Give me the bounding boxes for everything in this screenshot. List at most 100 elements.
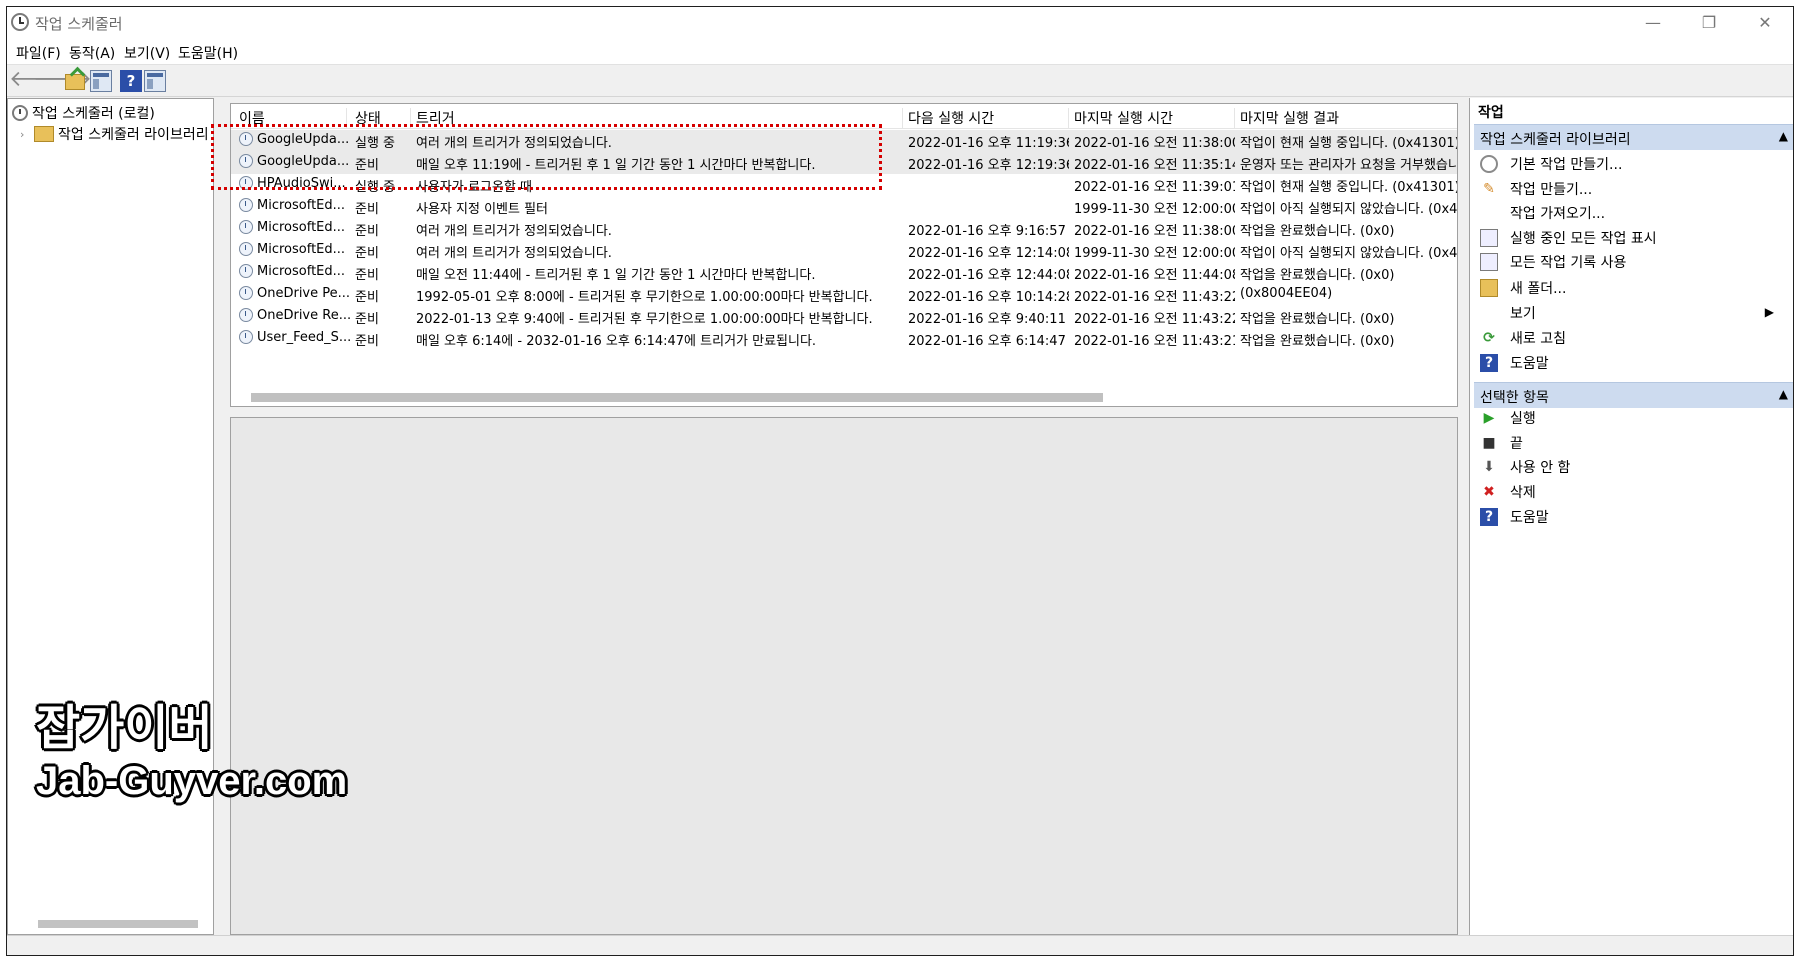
action-refresh[interactable]: ⟳ 새로 고침 (1480, 328, 1566, 352)
task-last-run-cell: 2022-01-16 오전 11:43:22 (1074, 312, 1235, 327)
refresh-icon: ⟳ (1483, 330, 1495, 346)
forward-arrow-icon[interactable]: 🡒 (33, 69, 92, 92)
action-end[interactable]: ■ 끝 (1480, 433, 1523, 457)
table-row[interactable]: MicrosoftEd... 준비 여러 개의 트리거가 정의되었습니다. 20… (231, 240, 1457, 262)
task-result-cell: 작업을 완료했습니다. (0x0) (1240, 268, 1395, 283)
close-button[interactable]: ✕ (1737, 7, 1793, 39)
table-row[interactable]: OneDrive Re... 준비 2022-01-13 오후 9:40에 - … (231, 306, 1457, 328)
running-tasks-icon (1480, 229, 1498, 247)
menu-help[interactable]: 도움말(H) (178, 43, 238, 63)
expand-chevron-icon[interactable]: › (20, 128, 34, 141)
task-last-run-cell: 2022-01-16 오전 11:38:00 (1074, 136, 1235, 151)
task-name-cell: MicrosoftEd... (235, 220, 350, 240)
tree-item-library[interactable]: › 작업 스케줄러 라이브러리 (20, 124, 209, 144)
task-result-cell: 운영자 또는 관리자가 요청을 거부했습니다. (1240, 158, 1458, 173)
show-hide-console-tree-icon[interactable] (90, 70, 112, 92)
section-header-selected[interactable]: 선택한 항목 ▲ (1474, 382, 1793, 408)
task-result-cell: 작업을 완료했습니다. (0x0) (1240, 224, 1395, 239)
minimize-button[interactable]: — (1625, 7, 1681, 39)
task-state-cell: 준비 (355, 224, 379, 239)
help-icon: ? (1480, 508, 1498, 526)
action-help-selected[interactable]: ? 도움말 (1480, 507, 1549, 531)
back-arrow-icon[interactable]: 🡐 (9, 69, 68, 92)
task-clock-icon (239, 308, 253, 322)
action-create-basic-task[interactable]: 기본 작업 만들기... (1480, 154, 1622, 178)
action-import-task[interactable]: 작업 가져오기... (1480, 203, 1605, 227)
task-clock-icon (239, 264, 253, 278)
task-trigger-cell: 매일 오후 11:19에 - 트리거된 후 1 일 기간 동안 1 시간마다 반… (416, 158, 816, 173)
task-last-run-cell: 1999-11-30 오전 12:00:00 (1074, 202, 1235, 217)
up-folder-icon[interactable] (65, 74, 85, 90)
task-detail-pane (230, 417, 1458, 935)
disable-down-arrow-icon: ⬇ (1483, 459, 1495, 475)
table-row[interactable]: HPAudioSwi... 실행 중 사용자가 로그온할 때 2022-01-1… (231, 174, 1457, 196)
action-display-running-tasks[interactable]: 실행 중인 모든 작업 표시 (1480, 228, 1657, 252)
task-name-cell: OneDrive Pe... (235, 286, 350, 306)
maximize-button[interactable]: ❐ (1681, 7, 1737, 39)
column-header-last-result[interactable]: 마지막 실행 결과 (1236, 108, 1457, 128)
submenu-arrow-icon: ▶ (1764, 305, 1774, 319)
help-icon[interactable]: ? (120, 70, 142, 92)
task-list-header: 이름 상태 트리거 다음 실행 시간 마지막 실행 시간 마지막 실행 결과 (231, 104, 1457, 129)
table-row[interactable]: User_Feed_S... 준비 매일 오후 6:14에 - 2032-01-… (231, 328, 1457, 350)
action-view[interactable]: 보기 ▶ (1480, 303, 1780, 327)
task-scheduler-clock-icon (11, 13, 29, 31)
section-header-library[interactable]: 작업 스케줄러 라이브러리 ▲ (1474, 124, 1793, 150)
menu-view[interactable]: 보기(V) (124, 43, 170, 63)
column-header-state[interactable]: 상태 (351, 108, 411, 128)
task-name-cell: MicrosoftEd... (235, 198, 350, 218)
toolbar: 🡐 🡒 ? (7, 66, 1793, 97)
table-row[interactable]: MicrosoftEd... 준비 매일 오전 11:44에 - 트리거된 후 … (231, 262, 1457, 284)
task-name-cell: GoogleUpda... (235, 132, 350, 152)
task-last-run-cell: 2022-01-16 오전 11:35:14 (1074, 158, 1235, 173)
title-bar[interactable]: 작업 스케줄러 — ❐ ✕ (7, 7, 1793, 39)
section-header-label: 선택한 항목 (1480, 390, 1549, 406)
table-row[interactable]: GoogleUpda... 실행 중 여러 개의 트리거가 정의되었습니다. 2… (231, 130, 1457, 152)
task-scheduler-window: 작업 스케줄러 — ❐ ✕ 파일(F) 동작(A) 보기(V) 도움말(H) 🡐… (6, 6, 1794, 956)
center-pane: 이름 상태 트리거 다음 실행 시간 마지막 실행 시간 마지막 실행 결과 G… (221, 98, 1463, 935)
task-result-cell: 작업이 현재 실행 중입니다. (0x41301) (1240, 180, 1458, 195)
task-last-run-cell: 2022-01-16 오전 11:39:01 (1074, 180, 1235, 195)
collapse-caret-icon[interactable]: ▲ (1779, 129, 1788, 143)
delete-x-icon: ✖ (1483, 484, 1495, 500)
task-last-run-cell: 2022-01-16 오전 11:44:08 (1074, 268, 1235, 283)
task-clock-icon (239, 176, 253, 190)
task-list-horizontal-scrollbar[interactable] (251, 393, 1103, 402)
column-header-last-run[interactable]: 마지막 실행 시간 (1070, 108, 1235, 128)
action-new-folder[interactable]: 새 폴더... (1480, 278, 1566, 302)
task-trigger-cell: 1992-05-01 오후 8:00에 - 트리거된 후 무기한으로 1.00:… (416, 290, 873, 305)
column-header-name[interactable]: 이름 (235, 108, 347, 128)
table-row[interactable]: MicrosoftEd... 준비 여러 개의 트리거가 정의되었습니다. 20… (231, 218, 1457, 240)
create-task-icon: ✎ (1483, 181, 1495, 197)
task-next-run-cell: 2022-01-16 오후 12:19:36 (908, 158, 1069, 173)
column-header-next-run[interactable]: 다음 실행 시간 (904, 108, 1069, 128)
task-state-cell: 실행 중 (355, 180, 396, 195)
tree-root-label: 작업 스케줄러 (로컬) (32, 106, 155, 122)
run-icon: ▶ (1483, 410, 1495, 426)
table-row[interactable]: GoogleUpda... 준비 매일 오후 11:19에 - 트리거된 후 1… (231, 152, 1457, 174)
collapse-caret-icon[interactable]: ▲ (1779, 387, 1788, 401)
menu-action[interactable]: 동작(A) (69, 43, 115, 63)
table-row[interactable]: MicrosoftEd... 준비 사용자 지정 이벤트 필터 1999-11-… (231, 196, 1457, 218)
actions-pane-title: 작업 (1478, 105, 1504, 121)
tree-item-root[interactable]: 작업 스케줄러 (로컬) (12, 103, 155, 123)
task-name-cell: HPAudioSwi... (235, 176, 350, 196)
column-header-trigger[interactable]: 트리거 (412, 108, 903, 128)
basic-task-icon (1480, 155, 1498, 173)
show-hide-action-pane-icon[interactable] (144, 70, 166, 92)
action-disable[interactable]: ⬇ 사용 안 함 (1480, 457, 1570, 481)
table-row[interactable]: OneDrive Pe... 준비 1992-05-01 오후 8:00에 - … (231, 284, 1457, 306)
action-help-library[interactable]: ? 도움말 (1480, 353, 1549, 377)
menu-file[interactable]: 파일(F) (16, 43, 61, 63)
action-enable-task-history[interactable]: 모든 작업 기록 사용 (1480, 252, 1626, 276)
task-trigger-cell: 사용자가 로그온할 때 (416, 180, 532, 195)
action-delete[interactable]: ✖ 삭제 (1480, 482, 1536, 506)
task-name-cell: MicrosoftEd... (235, 264, 350, 284)
action-run[interactable]: ▶ 실행 (1480, 408, 1536, 432)
task-name-cell: GoogleUpda... (235, 154, 350, 174)
task-next-run-cell (904, 198, 1069, 218)
action-create-task[interactable]: ✎ 작업 만들기... (1480, 179, 1592, 203)
task-trigger-cell: 사용자 지정 이벤트 필터 (416, 202, 548, 217)
tree-horizontal-scrollbar[interactable] (38, 920, 198, 928)
pane-splitter[interactable] (230, 409, 1458, 414)
